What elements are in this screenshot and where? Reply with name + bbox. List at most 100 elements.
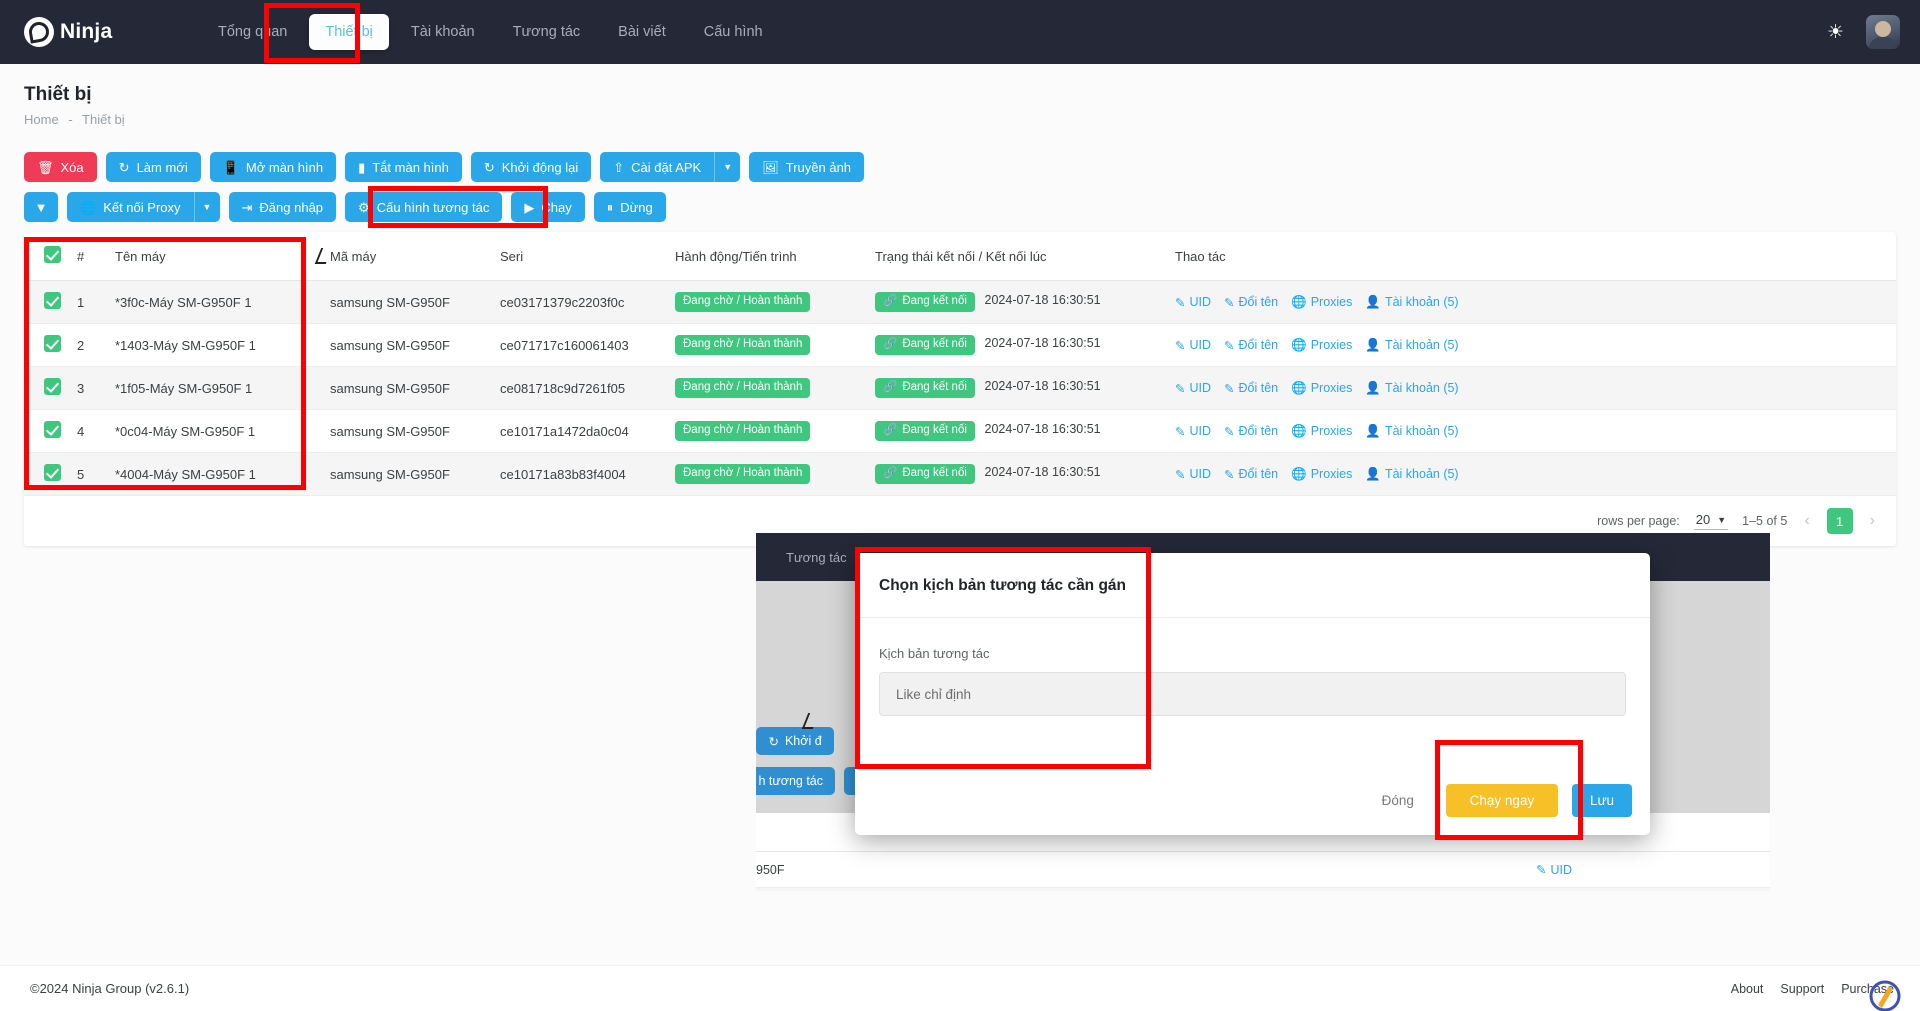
select-all-checkbox[interactable] [44, 246, 61, 263]
nav-item-tuong-tac[interactable]: Tương tác [497, 14, 597, 50]
row-serial: ce10171a83b83f4004 [492, 452, 667, 496]
edit-icon: ✎ [1175, 424, 1186, 439]
table-row[interactable]: 2 *1403-Máy SM-G950F 1 samsung SM-G950F … [24, 323, 1896, 367]
breadcrumb-home[interactable]: Home [24, 112, 59, 127]
prev-page-button[interactable]: ‹ [1801, 512, 1812, 530]
more-actions-button[interactable]: ▼ [24, 192, 58, 222]
row-checkbox[interactable] [44, 378, 61, 395]
header-device-code: Mã máy [322, 232, 492, 281]
globe-icon: 🌐 [1291, 380, 1307, 395]
table-row[interactable]: 1 *3f0c-Máy SM-G950F 1 samsung SM-G950F … [24, 280, 1896, 324]
brand-name: Ninja [60, 20, 113, 43]
header-device-name: Tên máy [107, 232, 322, 281]
rename-link[interactable]: ✎ Đổi tên [1224, 338, 1278, 353]
proxies-link[interactable]: 🌐 Proxies [1291, 295, 1352, 310]
footer-link-about[interactable]: About [1731, 982, 1764, 996]
install-apk-split-button: ⇧ Cài đặt APK ▼ [600, 152, 741, 182]
rename-link[interactable]: ✎ Đổi tên [1224, 381, 1278, 396]
header-action-progress: Hành động/Tiến trình [667, 232, 867, 281]
interaction-config-button[interactable]: ⚙ Cấu hình tương tác [345, 192, 503, 222]
overlay-row-code: 950F [756, 862, 785, 877]
nav-item-bai-viet[interactable]: Bài viết [602, 14, 682, 50]
run-button[interactable]: ▶ Chạy [511, 192, 585, 222]
proxies-link[interactable]: 🌐 Proxies [1291, 338, 1352, 353]
transfer-image-button[interactable]: 🖼 Truyền ảnh [749, 152, 865, 182]
edit-icon: ✎ [1224, 295, 1235, 310]
sun-icon[interactable]: ☀ [1827, 21, 1844, 44]
user-icon: 👤 [1365, 423, 1381, 438]
nav-item-thiet-bi[interactable]: Thiết bị [309, 14, 389, 50]
overlay-restart-button: ↻ Khởi đ [756, 727, 834, 755]
close-screen-button[interactable]: ▮ Tắt màn hình [345, 152, 462, 182]
accounts-link[interactable]: 👤 Tài khoản (5) [1365, 467, 1458, 482]
row-operations-cell: ✎ UID ✎ Đổi tên 🌐 Proxies 👤 Tài khoản (5) [1167, 323, 1896, 367]
rename-link[interactable]: ✎ Đổi tên [1224, 295, 1278, 310]
uid-link[interactable]: ✎ UID [1175, 467, 1211, 482]
uid-link[interactable]: ✎ UID [1175, 381, 1211, 396]
table-row[interactable]: 4 *0c04-Máy SM-G950F 1 samsung SM-G950F … [24, 409, 1896, 453]
link-icon: 🔗 [883, 338, 898, 351]
uid-link[interactable]: ✎ UID [1175, 424, 1211, 439]
proxies-link[interactable]: 🌐 Proxies [1291, 424, 1352, 439]
brand-logo-group[interactable]: Ninja [24, 17, 144, 47]
accounts-link[interactable]: 👤 Tài khoản (5) [1365, 381, 1458, 396]
phone-icon: 📱 [222, 159, 239, 175]
accounts-link[interactable]: 👤 Tài khoản (5) [1365, 295, 1458, 310]
refresh-icon: ↻ [483, 159, 495, 175]
run-button-label: Chạy [541, 199, 572, 215]
uid-link[interactable]: ✎ UID [1175, 338, 1211, 353]
nav-item-tong-quan[interactable]: Tổng quan [202, 14, 303, 50]
play-icon: ▶ [524, 199, 535, 215]
accounts-link[interactable]: 👤 Tài khoản (5) [1365, 424, 1458, 439]
proxies-link[interactable]: 🌐 Proxies [1291, 467, 1352, 482]
refresh-button[interactable]: ↻ Làm mới [105, 152, 201, 182]
operations-links: ✎ UID ✎ Đổi tên 🌐 Proxies 👤 Tài khoản (5) [1175, 381, 1888, 396]
row-checkbox[interactable] [44, 335, 61, 352]
delete-button[interactable]: 🗑 Xóa [24, 152, 97, 182]
connection-label: Đang kết nối [902, 381, 967, 394]
avatar[interactable] [1866, 15, 1900, 49]
uid-link[interactable]: ✎ UID [1175, 295, 1211, 310]
table-row[interactable]: 3 *1f05-Máy SM-G950F 1 samsung SM-G950F … [24, 366, 1896, 410]
run-now-button[interactable]: Chạy ngay [1445, 784, 1558, 817]
nav-item-cau-hinh[interactable]: Cấu hình [688, 14, 779, 50]
save-button[interactable]: Lưu [1571, 784, 1632, 817]
install-apk-button[interactable]: ⇧ Cài đặt APK [600, 152, 715, 182]
restart-button[interactable]: ↻ Khởi động lại [470, 152, 592, 182]
install-apk-caret-down-icon[interactable]: ▼ [714, 152, 741, 182]
refresh-icon: ↻ [118, 159, 130, 175]
proxy-connect-button[interactable]: 🌐 Kết nối Proxy [67, 192, 194, 222]
globe-icon: 🌐 [1291, 423, 1307, 438]
proxies-link[interactable]: 🌐 Proxies [1291, 381, 1352, 396]
rows-per-page-select[interactable]: 20 ▼ [1693, 512, 1729, 530]
devices-table-head: # Tên máy Mã máy Seri Hành động/Tiến trì… [24, 232, 1896, 281]
devices-table-card: # Tên máy Mã máy Seri Hành động/Tiến trì… [24, 232, 1896, 546]
globe-icon: 🌐 [1291, 294, 1307, 309]
next-page-button[interactable]: › [1867, 512, 1878, 530]
row-checkbox[interactable] [44, 464, 61, 481]
header-serial: Seri [492, 232, 667, 281]
current-page-button[interactable]: 1 [1826, 508, 1853, 534]
open-screen-button[interactable]: 📱 Mở màn hình [209, 152, 337, 182]
accounts-link[interactable]: 👤 Tài khoản (5) [1365, 338, 1458, 353]
scenario-select-input[interactable]: Like chỉ định [879, 672, 1626, 716]
pagination-range: 1–5 of 5 [1742, 514, 1788, 528]
table-row[interactable]: 5 *4004-Máy SM-G950F 1 samsung SM-G950F … [24, 452, 1896, 496]
stop-button[interactable]: ⏸ Dừng [593, 192, 666, 222]
footer-link-support[interactable]: Support [1780, 982, 1824, 996]
row-device-name: *3f0c-Máy SM-G950F 1 [107, 280, 322, 324]
header-index: # [69, 232, 107, 281]
nav-item-tai-khoan[interactable]: Tài khoản [395, 14, 491, 50]
row-action-cell: Đang chờ / Hoàn thành [667, 366, 867, 410]
rename-link[interactable]: ✎ Đổi tên [1224, 467, 1278, 482]
row-operations-cell: ✎ UID ✎ Đổi tên 🌐 Proxies 👤 Tài khoản (5) [1167, 366, 1896, 410]
login-button[interactable]: ⇥ Đăng nhập [228, 192, 337, 222]
nav-right-group: ☀ [1827, 0, 1900, 64]
close-button[interactable]: Đóng [1364, 784, 1432, 817]
row-checkbox[interactable] [44, 292, 61, 309]
rename-link[interactable]: ✎ Đổi tên [1224, 424, 1278, 439]
proxy-caret-down-icon[interactable]: ▼ [193, 192, 220, 222]
row-device-code: samsung SM-G950F [322, 366, 492, 410]
row-checkbox[interactable] [44, 421, 61, 438]
connection-time: 2024-07-18 16:30:51 [984, 379, 1101, 394]
